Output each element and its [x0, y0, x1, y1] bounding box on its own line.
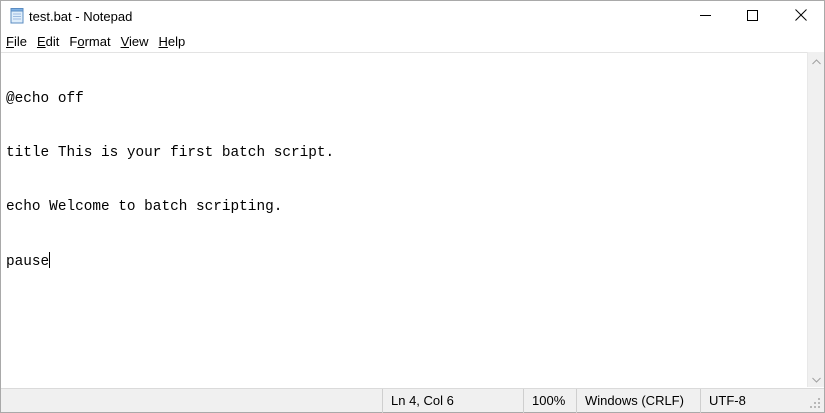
- text-caret: [49, 252, 51, 268]
- window-title: test.bat - Notepad: [29, 9, 133, 24]
- line-endings: Windows (CRLF): [576, 389, 700, 413]
- maximize-button[interactable]: [729, 1, 776, 32]
- zoom-level: 100%: [523, 389, 576, 413]
- close-icon: [794, 8, 807, 26]
- encoding: UTF-8: [700, 389, 807, 413]
- text-editor[interactable]: @echo off title This is your first batch…: [1, 52, 807, 387]
- menu-edit[interactable]: Edit: [32, 32, 64, 52]
- close-button[interactable]: [777, 1, 824, 32]
- status-bar: Ln 4, Col 6 100% Windows (CRLF) UTF-8: [1, 388, 824, 413]
- minimize-button[interactable]: [682, 1, 729, 32]
- chevron-down-icon: [812, 370, 821, 388]
- scroll-up-button[interactable]: [808, 52, 825, 69]
- chevron-up-icon: [812, 52, 821, 70]
- menu-view[interactable]: View: [116, 32, 154, 52]
- notepad-icon: [10, 8, 25, 24]
- cursor-position: Ln 4, Col 6: [382, 389, 523, 413]
- notepad-window: test.bat - Notepad File Edit Format View…: [0, 0, 825, 413]
- editor-line: echo Welcome to batch scripting.: [6, 199, 283, 215]
- vertical-scrollbar[interactable]: [807, 52, 824, 387]
- minimize-icon: [700, 8, 711, 26]
- editor-line: @echo off: [6, 91, 84, 107]
- editor-line: title This is your first batch script.: [6, 145, 335, 161]
- menu-bar: File Edit Format View Help: [1, 32, 824, 52]
- menu-file[interactable]: File: [1, 32, 32, 52]
- resize-grip-icon[interactable]: [809, 397, 821, 409]
- title-bar[interactable]: test.bat - Notepad: [1, 1, 824, 32]
- menu-help[interactable]: Help: [154, 32, 191, 52]
- menu-format[interactable]: Format: [64, 32, 115, 52]
- scroll-down-button[interactable]: [808, 370, 825, 387]
- editor-content[interactable]: @echo off title This is your first batch…: [6, 54, 334, 306]
- editor-line-current: pause: [6, 252, 51, 270]
- maximize-icon: [747, 8, 758, 26]
